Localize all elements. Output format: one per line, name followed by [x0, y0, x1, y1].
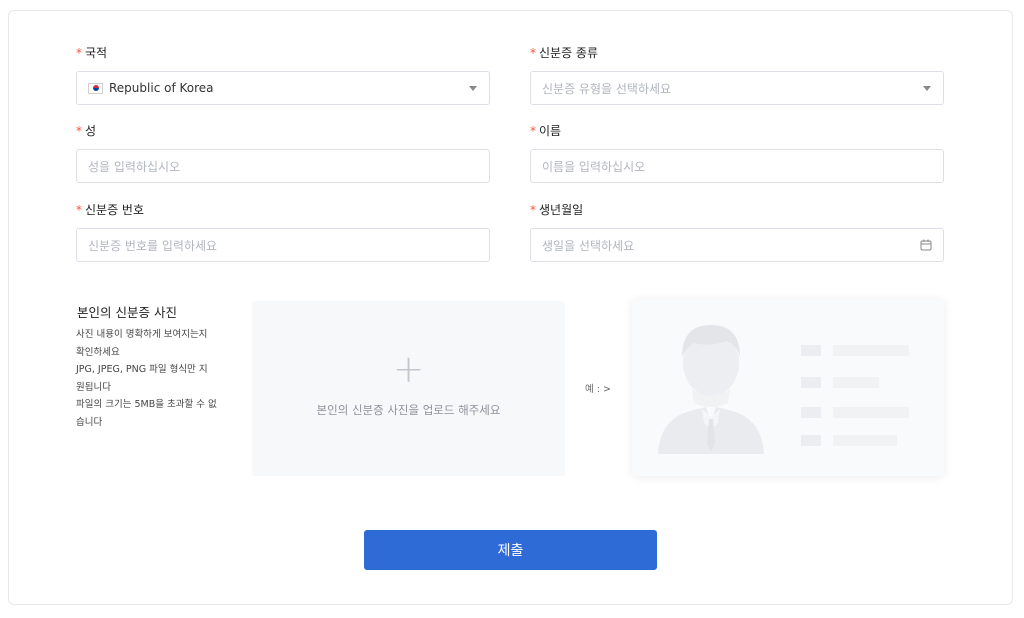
- id-number-label: * 신분증 번호: [76, 202, 490, 218]
- photo-desc-line: 사진 내용이 명확하게 보여지는지: [76, 329, 208, 340]
- last-name-input[interactable]: 성을 입력하십시오: [76, 149, 490, 183]
- birth-date-field: * 생년월일 생일을 선택하세요: [530, 202, 944, 262]
- birth-date-placeholder: 생일을 선택하세요: [542, 238, 635, 253]
- required-mark: *: [76, 203, 82, 217]
- id-type-label-text: 신분증 종류: [539, 46, 599, 60]
- last-name-label-text: 성: [85, 124, 97, 138]
- birth-date-label: * 생년월일: [530, 202, 944, 218]
- photo-desc-line: 확인하세요: [76, 346, 120, 358]
- photo-section-title: 본인의 신분증 사진: [77, 305, 177, 320]
- upload-hint: 본인의 신분증 사진을 업로드 해주세요: [316, 402, 501, 417]
- chevron-down-icon: [923, 86, 931, 91]
- id-number-input[interactable]: 신분증 번호를 입력하세요: [76, 228, 490, 262]
- last-name-placeholder: 성을 입력하십시오: [88, 159, 181, 174]
- birth-date-label-text: 생년월일: [539, 203, 584, 217]
- id-number-label-text: 신분증 번호: [85, 203, 145, 217]
- photo-desc-line: 원됩니다: [76, 381, 111, 393]
- nationality-select[interactable]: Republic of Korea: [76, 71, 490, 105]
- first-name-input[interactable]: 이름을 입력하십시오: [530, 149, 944, 183]
- submit-button[interactable]: 제출: [364, 530, 657, 570]
- first-name-field: * 이름 이름을 입력하십시오: [530, 123, 944, 183]
- birth-date-picker[interactable]: 생일을 선택하세요: [530, 228, 944, 262]
- required-mark: *: [76, 46, 82, 60]
- example-id-card-image: [632, 299, 944, 476]
- photo-desc-line: JPG, JPEG, PNG 파일 형식만 지: [76, 364, 208, 375]
- required-mark: *: [76, 124, 82, 138]
- first-name-placeholder: 이름을 입력하십시오: [542, 159, 646, 174]
- info-lines: [801, 345, 909, 446]
- calendar-icon[interactable]: [920, 239, 932, 251]
- id-type-placeholder: 신분증 유형을 선택하세요: [542, 81, 672, 96]
- required-mark: *: [530, 203, 536, 217]
- nationality-label-text: 국적: [85, 46, 108, 60]
- photo-desc-line: 파일의 크기는 5MB을 초과할 수 없: [76, 399, 217, 410]
- id-type-field: * 신분증 종류 신분증 유형을 선택하세요: [530, 45, 944, 105]
- id-card-illustration: [658, 325, 909, 454]
- id-number-field: * 신분증 번호 신분증 번호를 입력하세요: [76, 202, 490, 262]
- nationality-value: Republic of Korea: [109, 81, 214, 95]
- first-name-label-text: 이름: [539, 124, 562, 138]
- id-type-label: * 신분증 종류: [530, 45, 944, 61]
- kr-flag-icon: [88, 82, 103, 94]
- photo-upload-area[interactable]: + 본인의 신분증 사진을 업로드 해주세요: [252, 301, 565, 476]
- nationality-label: * 국적: [76, 45, 490, 61]
- last-name-field: * 성 성을 입력하십시오: [76, 123, 490, 183]
- person-silhouette-icon: [658, 325, 764, 454]
- required-mark: *: [530, 124, 536, 138]
- first-name-label: * 이름: [530, 123, 944, 139]
- last-name-label: * 성: [76, 123, 490, 139]
- photo-description: 사진 내용이 명확하게 보여지는지 확인하세요 JPG, JPEG, PNG 파…: [76, 326, 236, 431]
- id-number-placeholder: 신분증 번호를 입력하세요: [88, 238, 218, 253]
- plus-icon: +: [392, 346, 425, 391]
- id-type-select[interactable]: 신분증 유형을 선택하세요: [530, 71, 944, 105]
- photo-desc-line: 습니다: [76, 416, 103, 428]
- required-mark: *: [530, 46, 536, 60]
- nationality-field: * 국적 Republic of Korea: [76, 45, 490, 105]
- example-label: 예 : >: [585, 384, 611, 395]
- chevron-down-icon: [469, 86, 477, 91]
